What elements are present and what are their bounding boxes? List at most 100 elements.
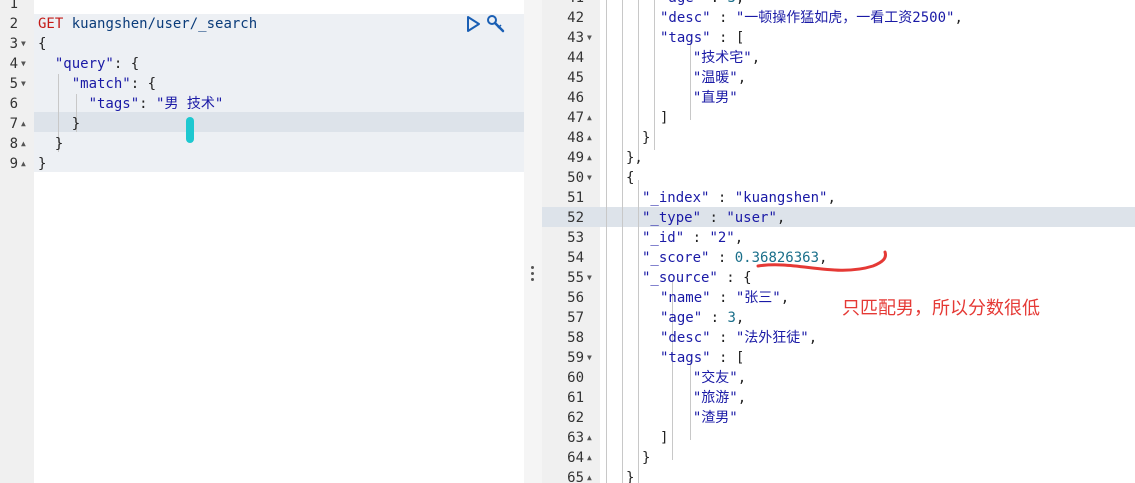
line-number: 3 [9, 36, 18, 52]
code-line: 49 ▲}, [542, 148, 1135, 168]
code-line: 44 "技术宅", [542, 48, 1135, 68]
code-line: 43 ▼ "tags" : [ [542, 28, 1135, 48]
drag-handle-icon[interactable] [531, 266, 535, 282]
code-text: ] [660, 430, 669, 446]
line-number: 45 [567, 70, 584, 86]
code-line: 51 "_index" : "kuangshen", [542, 188, 1135, 208]
code-text: "desc" : "一顿操作猛如虎，一看工资2500", [660, 10, 963, 26]
fold-expand-icon[interactable]: ▲ [587, 128, 592, 148]
fold-expand-icon[interactable]: ▲ [587, 148, 592, 168]
request-line: GET kuangshen/user/_search [38, 16, 258, 32]
code-line: 50 ▼ { [542, 168, 1135, 188]
fold-collapse-icon[interactable]: ▼ [587, 348, 592, 368]
code-text: "name" : "张三", [660, 290, 790, 306]
line-number: 48 [567, 130, 584, 146]
code-line: 63 ▲] [542, 428, 1135, 448]
fold-expand-icon[interactable]: ▲ [21, 114, 26, 134]
code-line: 61 "旅游", [542, 388, 1135, 408]
line-number: 4 [9, 56, 18, 72]
code-text: "tags": "男 技术" [88, 96, 224, 112]
line-number: 44 [567, 50, 584, 66]
code-line: 46 "直男" [542, 88, 1135, 108]
code-text: } [642, 130, 651, 146]
fold-expand-icon[interactable]: ▲ [587, 428, 592, 448]
code-line: 57 "age" : 3, [542, 308, 1135, 328]
fold-expand-icon[interactable]: ▲ [21, 134, 26, 154]
pane-resize-handle[interactable] [524, 0, 542, 483]
code-text: } [642, 450, 651, 466]
run-request-icon[interactable] [465, 15, 481, 33]
code-text: { [38, 36, 47, 52]
code-line: 52 "_type" : "user", [542, 208, 1135, 228]
code-text: ] [660, 110, 669, 126]
line-number: 43 [567, 30, 584, 46]
code-line: 62 "渣男" [542, 408, 1135, 428]
fold-collapse-icon[interactable]: ▼ [587, 268, 592, 288]
line-number: 62 [567, 410, 584, 426]
line-number: 2 [9, 16, 18, 32]
fold-collapse-icon[interactable]: ▼ [587, 168, 592, 188]
line-number: 56 [567, 290, 584, 306]
code-text: "tags" : [ [660, 30, 745, 46]
line-number: 57 [567, 310, 584, 326]
code-text: "_type" : "user", [642, 210, 786, 226]
fold-expand-icon[interactable]: ▲ [587, 468, 592, 483]
line-number: 47 [567, 110, 584, 126]
annotation-text: 只匹配男，所以分数很低 [842, 298, 1040, 319]
line-number: 52 [567, 210, 584, 226]
code-line: 8 ▲ } [0, 134, 524, 154]
code-text: "tags" : [ [660, 350, 745, 366]
line-number: 51 [567, 190, 584, 206]
code-line: 65 ▲} [542, 468, 1135, 483]
fold-expand-icon[interactable]: ▲ [21, 154, 26, 174]
fold-collapse-icon[interactable]: ▼ [587, 28, 592, 48]
line-number: 6 [9, 96, 18, 112]
code-line: 45 "温暖", [542, 68, 1135, 88]
fold-collapse-icon[interactable]: ▼ [21, 74, 26, 94]
fold-collapse-icon[interactable]: ▼ [21, 54, 26, 74]
code-line: 9 ▲} [0, 154, 524, 174]
line-number: 50 [567, 170, 584, 186]
line-number: 59 [567, 350, 584, 366]
line-number: 8 [9, 136, 18, 152]
request-editor[interactable]: 1 2 GET kuangshen/user/_search 3 ▼{4 ▼ "query… [0, 0, 524, 483]
code-text: "旅游", [692, 390, 747, 406]
line-number: 5 [9, 76, 18, 92]
code-text: "age" : 3, [660, 0, 744, 8]
line-number: 64 [567, 450, 584, 466]
code-line: 60 "交友", [542, 368, 1135, 388]
line-number: 54 [567, 250, 584, 266]
fold-expand-icon[interactable]: ▲ [587, 108, 592, 128]
code-line: 7 ▲ } [0, 114, 524, 134]
code-text: "query": { [54, 56, 140, 72]
code-line: 6 "tags": "男 技术" [0, 94, 524, 114]
code-line: 58 "desc" : "法外狂徒", [542, 328, 1135, 348]
code-text: "_source" : { [642, 270, 752, 286]
code-text: } [38, 116, 81, 132]
wrench-icon[interactable] [486, 14, 506, 34]
line-number: 41 [542, 0, 584, 8]
fold-collapse-icon[interactable]: ▼ [21, 34, 26, 54]
code-text: "渣男" [692, 410, 738, 426]
cursor-marker [186, 117, 194, 143]
code-line: 5 ▼ "match": { [0, 74, 524, 94]
fold-expand-icon[interactable]: ▲ [587, 448, 592, 468]
line-number: 7 [9, 116, 18, 132]
line-number: 1 [9, 0, 18, 12]
code-text: } [38, 156, 47, 172]
line-number: 53 [567, 230, 584, 246]
code-text: "_index" : "kuangshen", [642, 190, 836, 206]
code-line: 47 ▲] [542, 108, 1135, 128]
response-viewer[interactable]: 41 "age" : 3, 42 "desc" : "一顿操作猛如虎，一看工资2500… [542, 0, 1135, 483]
code-line: 56 "name" : "张三", [542, 288, 1135, 308]
code-text: "_id" : "2", [642, 230, 744, 246]
code-text: { [626, 170, 635, 186]
line-number: 9 [9, 156, 18, 172]
code-text: "age" : 3, [660, 310, 745, 326]
code-text: }, [626, 150, 643, 166]
code-text: "直男" [692, 90, 738, 106]
code-line: 59 ▼ "tags" : [ [542, 348, 1135, 368]
line-number: 65 [567, 470, 584, 483]
code-text: "match": { [71, 76, 157, 92]
code-text: "交友", [692, 370, 747, 386]
